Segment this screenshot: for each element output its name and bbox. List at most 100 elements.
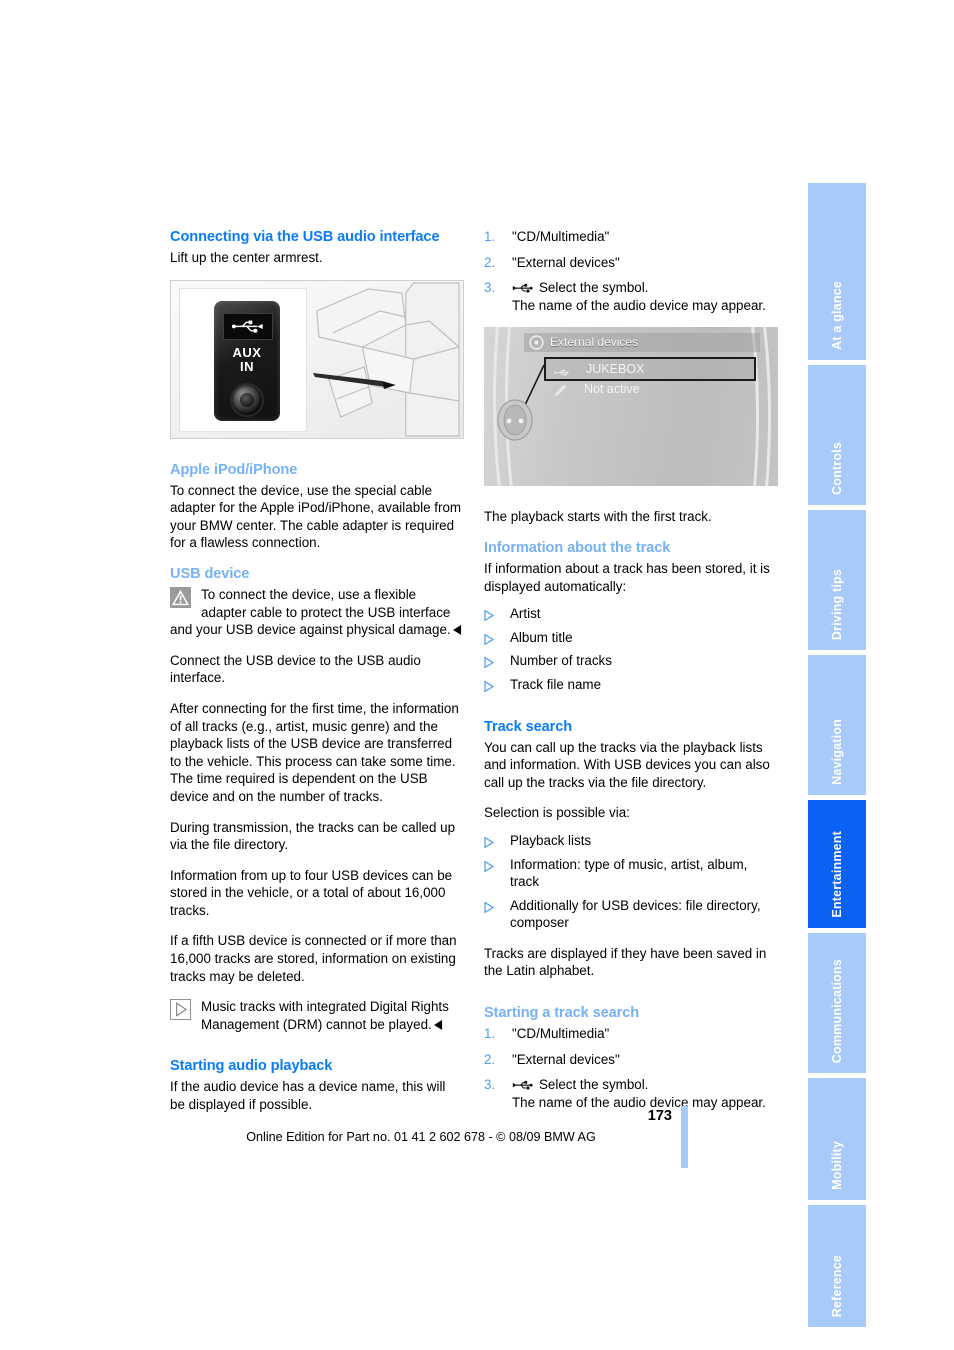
- usb-icon: [512, 280, 536, 293]
- paragraph-first-time-connection: After connecting for the first time, the…: [170, 700, 459, 804]
- step-text: "CD/Multimedia": [512, 229, 610, 244]
- step-text: "External devices": [512, 254, 620, 270]
- step-item: 3. Select the symbol. The name of the au…: [484, 279, 778, 314]
- list-item-label: Information: type of music, artist, albu…: [510, 856, 748, 890]
- aux-in-jack: [232, 384, 262, 415]
- step-number: 3.: [484, 1077, 496, 1093]
- note-warning-text: To connect the device, use a flexible ad…: [170, 586, 451, 638]
- step-number: 2.: [484, 254, 496, 270]
- list-item: Information: type of music, artist, albu…: [484, 856, 778, 891]
- step-number: 1.: [484, 229, 496, 244]
- list-item: Number of tracks: [484, 652, 778, 670]
- step-text: Select the symbol.: [539, 280, 649, 296]
- paragraph-track-search: You can call up the tracks via the playb…: [484, 739, 770, 790]
- list-item-label: Artist: [510, 606, 541, 622]
- paragraph-playback-starts: The playback starts with the first track…: [484, 509, 712, 525]
- port-detail-frame: AUX IN: [179, 287, 307, 432]
- paragraph-fifth-device: If a fifth USB device is connected or if…: [170, 933, 457, 984]
- idrive-list-item-label: JUKEBOX: [586, 362, 645, 377]
- idrive-list-item-jukebox[interactable]: JUKEBOX: [544, 357, 756, 382]
- idrive-screen-title: External devices: [550, 335, 639, 350]
- tab-at-a-glance[interactable]: At a glance: [808, 183, 866, 360]
- right-text-column: 1. "CD/Multimedia" 2. "External devices"…: [484, 228, 778, 1124]
- usb-icon: [554, 362, 571, 376]
- step-item: 1. "CD/Multimedia": [484, 228, 778, 246]
- list-item-label: Track file name: [510, 676, 602, 692]
- idrive-screen-title-bar: External devices: [524, 333, 760, 353]
- aux-in-label: AUX IN: [214, 344, 280, 374]
- cd-multimedia-icon: [529, 335, 544, 351]
- step-item: 2. "External devices": [484, 254, 778, 272]
- tab-label: Controls: [830, 442, 844, 495]
- list-item: Album title: [484, 629, 778, 647]
- bullet-triangle-icon: [484, 632, 495, 646]
- tab-reference[interactable]: Reference: [808, 1205, 866, 1327]
- warning-triangle-icon: [170, 586, 191, 608]
- tab-label: Mobility: [830, 1141, 844, 1190]
- figure-idrive-external-devices: External devices JUKEBOX Not active: [484, 327, 778, 487]
- step-text: "External devices": [512, 1051, 620, 1067]
- tab-mobility[interactable]: Mobility: [808, 1078, 866, 1200]
- section-tab-rail: At a glance Controls Driving tips Naviga…: [808, 183, 866, 1327]
- heading-apple-ipod-iphone: Apple iPod/iPhone: [170, 461, 298, 478]
- tab-label: Reference: [830, 1254, 844, 1317]
- step-number: 3.: [484, 280, 496, 296]
- list-item: Playback lists: [484, 832, 778, 850]
- bullet-triangle-icon: [484, 679, 495, 693]
- tab-controls[interactable]: Controls: [808, 365, 866, 505]
- steps-connect-usb: 1. "CD/Multimedia" 2. "External devices"…: [484, 228, 778, 314]
- play-triangle-icon: [170, 999, 191, 1021]
- left-text-column: Connecting via the USB audio interface L…: [170, 228, 464, 1127]
- aux-jack-icon: [552, 382, 569, 396]
- bullet-triangle-icon: [484, 655, 495, 669]
- tab-label: Communications: [830, 958, 844, 1063]
- aux-port-panel: AUX IN: [214, 300, 280, 421]
- bullet-triangle-icon: [484, 859, 495, 872]
- step-number: 1.: [484, 1026, 496, 1042]
- list-track-information: Artist Album title Number of tracks Trac…: [484, 605, 778, 693]
- note-drm-text: Music tracks with integrated Digital Rig…: [201, 999, 449, 1032]
- heading-starting-track-search: Starting a track search: [484, 1005, 640, 1022]
- tab-label: At a glance: [830, 281, 844, 350]
- step-text: "CD/Multimedia": [512, 1026, 610, 1042]
- tab-navigation[interactable]: Navigation: [808, 655, 866, 795]
- bullet-triangle-icon: [484, 835, 495, 849]
- paragraph-storage-capacity: Information from up to four USB devices …: [170, 867, 453, 918]
- heading-information-about-track: Information about the track: [484, 539, 671, 556]
- idrive-list-item-label: Not active: [584, 382, 640, 397]
- idrive-list-item-not-active[interactable]: Not active: [544, 379, 756, 399]
- end-of-block-marker: [452, 622, 462, 636]
- paragraph-selection-intro: Selection is possible via:: [484, 805, 630, 821]
- heading-usb-device: USB device: [170, 565, 250, 582]
- step-subtext: The name of the audio device may appear.: [512, 1094, 766, 1110]
- steps-start-track-search: 1. "CD/Multimedia" 2. "External devices"…: [484, 1025, 778, 1111]
- step-item: 2. "External devices": [484, 1051, 778, 1069]
- heading-starting-audio-playback: Starting audio playback: [170, 1058, 333, 1075]
- paragraph-lift-armrest: Lift up the center armrest.: [170, 250, 323, 265]
- usb-port-slot: [223, 312, 273, 340]
- aux-label-line-2: IN: [240, 358, 254, 374]
- step-number: 2.: [484, 1051, 496, 1067]
- step-subtext: The name of the audio device may appear.: [512, 297, 766, 313]
- tab-communications[interactable]: Communications: [808, 933, 866, 1073]
- tab-label: Entertainment: [830, 831, 844, 918]
- tab-driving-tips[interactable]: Driving tips: [808, 510, 866, 650]
- aux-label-line-1: AUX: [232, 344, 262, 360]
- list-item: Track file name: [484, 676, 778, 694]
- list-item-label: Playback lists: [510, 832, 592, 848]
- paragraph-starting-playback: If the audio device has a device name, t…: [170, 1079, 446, 1113]
- figure-aux-usb-port: AUX IN: [170, 279, 464, 439]
- list-item-label: Album title: [510, 629, 573, 645]
- usb-icon: [231, 320, 263, 333]
- paragraph-latin-alphabet: Tracks are displayed if they have been s…: [484, 945, 767, 979]
- idrive-controller-knob: [496, 399, 534, 441]
- end-of-block-marker: [433, 1017, 443, 1030]
- note-warning-usb-adapter: To connect the device, use a flexible ad…: [170, 586, 464, 639]
- list-item-label: Number of tracks: [510, 653, 612, 669]
- tab-entertainment[interactable]: Entertainment: [808, 800, 866, 928]
- list-item-label: Additionally for USB devices: file direc…: [510, 897, 761, 931]
- tab-label: Navigation: [830, 719, 844, 785]
- heading-connecting-via-usb: Connecting via the USB audio interface: [170, 229, 440, 245]
- note-drm-tracks: Music tracks with integrated Digital Rig…: [170, 998, 464, 1033]
- idrive-screen-background: External devices JUKEBOX Not active: [484, 327, 778, 487]
